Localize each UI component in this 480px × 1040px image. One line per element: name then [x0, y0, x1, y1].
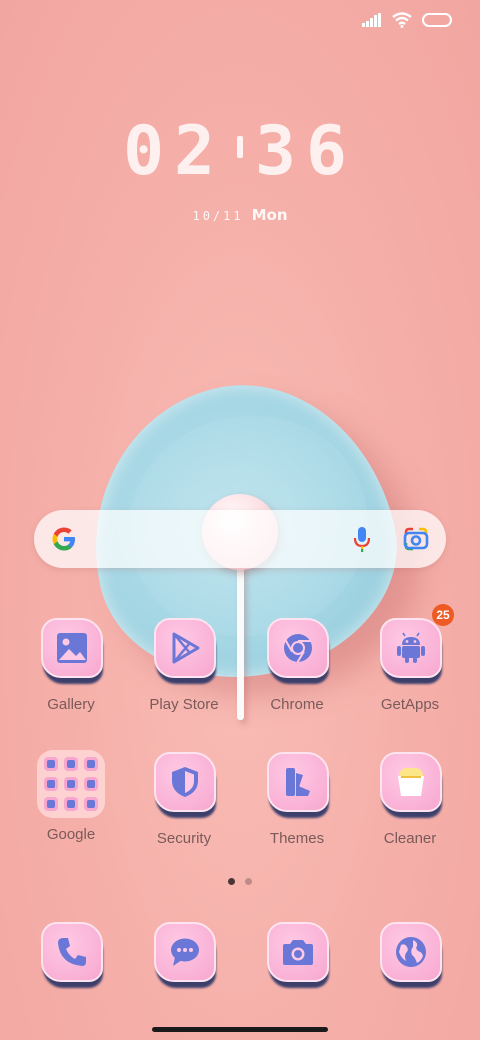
- app-label: Chrome: [270, 696, 324, 713]
- tile-face: [380, 752, 442, 812]
- folder-mini-app-icon: [64, 797, 78, 811]
- app-label: Gallery: [47, 696, 95, 713]
- security-tile: [154, 752, 216, 818]
- phone-tile: [41, 922, 103, 988]
- app-getapps[interactable]: 25 GetApps: [354, 604, 466, 713]
- messages-icon: [171, 938, 199, 966]
- cleaner-icon: [398, 767, 424, 796]
- tile-face: [380, 618, 442, 678]
- play-store-icon: [172, 632, 200, 664]
- page-dot-active: [228, 878, 235, 885]
- chrome-tile: [267, 618, 329, 684]
- app-chrome[interactable]: Chrome: [241, 618, 353, 713]
- folder-mini-app-icon: [44, 797, 58, 811]
- dock-phone[interactable]: [15, 922, 127, 988]
- app-label: Cleaner: [383, 830, 437, 847]
- date-numeric: 10/11: [192, 209, 244, 223]
- chrome-icon: [284, 634, 312, 663]
- notification-badge: 25: [432, 604, 454, 626]
- page-dot-inactive: [245, 878, 252, 885]
- tile-face: [267, 618, 329, 678]
- clock-minutes: 36: [255, 112, 357, 191]
- folder-mini-app-icon: [44, 757, 58, 771]
- date-widget[interactable]: 10/11 Mon: [0, 206, 480, 225]
- app-label: Play Store: [149, 696, 219, 713]
- app-label: Security: [156, 830, 212, 847]
- app-themes[interactable]: Themes: [241, 752, 353, 847]
- folder-icon: [37, 750, 105, 818]
- app-gallery[interactable]: Gallery: [15, 618, 127, 713]
- gallery-tile: [41, 618, 103, 684]
- play-store-tile: [154, 618, 216, 684]
- app-label: Google: [46, 826, 96, 843]
- app-play-store[interactable]: Play Store: [128, 618, 240, 713]
- tile-face: [380, 922, 442, 982]
- tile-face: [154, 922, 216, 982]
- tile-face: [41, 618, 103, 678]
- date-weekday: Mon: [251, 206, 288, 224]
- camera-tile: [267, 922, 329, 988]
- folder-mini-app-icon: [84, 797, 98, 811]
- tile-face: [154, 618, 216, 678]
- google-lens-icon[interactable]: [402, 525, 430, 553]
- dock-camera[interactable]: [241, 922, 353, 988]
- app-cleaner[interactable]: Cleaner: [354, 752, 466, 847]
- clock-hours: 02: [123, 112, 225, 191]
- wifi-icon: [392, 12, 412, 28]
- browser-tile: [380, 922, 442, 988]
- tile-face: [267, 922, 329, 982]
- tile-face: [154, 752, 216, 812]
- browser-icon: [396, 937, 426, 967]
- page-indicator[interactable]: [0, 878, 480, 885]
- battery-icon: [422, 13, 452, 27]
- tile-face: [267, 752, 329, 812]
- dock-messages[interactable]: [128, 922, 240, 988]
- messages-tile: [154, 922, 216, 988]
- google-search-bar[interactable]: [34, 510, 446, 568]
- camera-icon: [283, 940, 313, 965]
- android-icon: [397, 632, 425, 663]
- folder-mini-app-icon: [84, 777, 98, 791]
- themes-icon: [286, 768, 310, 796]
- phone-icon: [58, 938, 86, 966]
- signal-icon: [362, 13, 381, 27]
- google-logo-icon: [52, 527, 75, 551]
- microphone-icon[interactable]: [352, 525, 372, 553]
- status-bar: [362, 12, 452, 28]
- folder-mini-app-icon: [84, 757, 98, 771]
- clock-separator: [237, 136, 243, 159]
- folder-mini-app-icon: [44, 777, 58, 791]
- app-label: Themes: [269, 830, 325, 847]
- app-label: GetApps: [380, 696, 440, 713]
- dock-browser[interactable]: [354, 922, 466, 988]
- folder-mini-app-icon: [64, 757, 78, 771]
- clock-widget[interactable]: 02 36: [0, 112, 480, 191]
- themes-tile: [267, 752, 329, 818]
- folder-mini-app-icon: [64, 777, 78, 791]
- folder-google[interactable]: Google: [15, 750, 127, 843]
- gallery-icon: [57, 633, 87, 663]
- shield-icon: [172, 767, 198, 797]
- home-gesture-bar[interactable]: [152, 1027, 328, 1032]
- getapps-tile: 25: [380, 604, 454, 684]
- cleaner-tile: [380, 752, 442, 818]
- app-security[interactable]: Security: [128, 752, 240, 847]
- tile-face: [41, 922, 103, 982]
